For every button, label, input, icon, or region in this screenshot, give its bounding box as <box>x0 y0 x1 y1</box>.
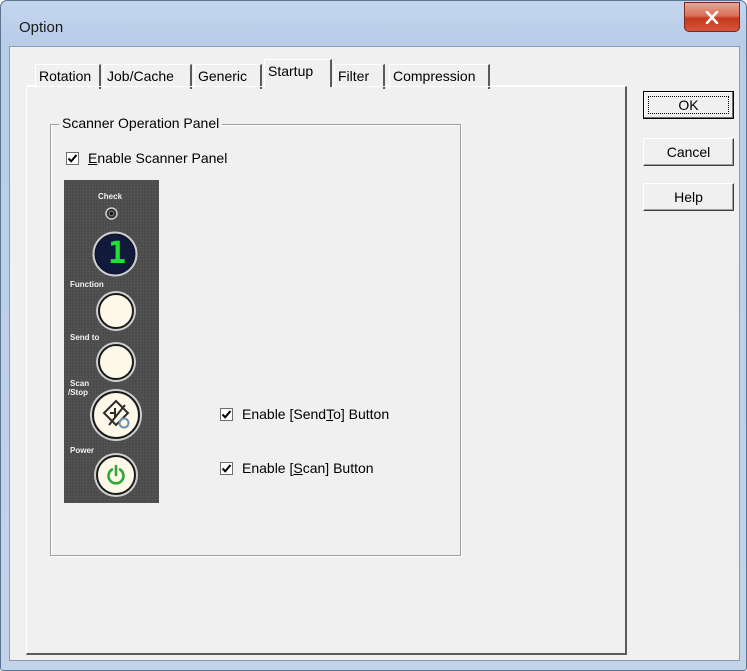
checkbox-box[interactable] <box>220 461 233 475</box>
enable-sendto-button-checkbox[interactable]: Enable [SendTo] Button <box>220 406 389 422</box>
checkbox-label: Enable [SendTo] Button <box>242 406 390 422</box>
scan-stop-icon <box>102 399 130 429</box>
function-button[interactable] <box>98 293 134 329</box>
tab-label: Generic <box>198 68 248 84</box>
check-label: Check <box>98 192 123 201</box>
function-number-display: 1 <box>108 236 127 271</box>
help-button[interactable]: Help <box>643 183 734 211</box>
checkbox-box[interactable] <box>66 151 79 165</box>
tab-label: Startup <box>268 63 314 79</box>
checkbox-box[interactable] <box>220 407 233 421</box>
tab-label: Rotation <box>39 68 92 84</box>
stop-label: /Stop <box>68 388 88 397</box>
power-label: Power <box>70 446 95 455</box>
check-lamp-icon <box>105 207 118 220</box>
scan-stop-button[interactable] <box>92 391 140 439</box>
power-button[interactable] <box>96 455 136 495</box>
close-icon <box>705 10 719 24</box>
tab-startup[interactable]: Startup <box>264 59 332 87</box>
send-to-button[interactable] <box>98 344 134 380</box>
tab-label: Filter <box>338 68 370 84</box>
title-bar[interactable]: Option <box>1 1 746 45</box>
cancel-button-label: Cancel <box>666 144 711 160</box>
window-title: Option <box>19 19 64 36</box>
cancel-button[interactable]: Cancel <box>643 138 734 166</box>
ok-button[interactable]: OK <box>643 91 734 119</box>
checkmark-icon <box>221 463 232 473</box>
power-icon <box>107 464 125 485</box>
help-button-label: Help <box>674 189 703 205</box>
focus-rect <box>648 96 729 114</box>
close-button[interactable] <box>684 2 740 32</box>
checkbox-label: Enable Scanner Panel <box>88 150 228 166</box>
checkbox-label: Enable [Scan] Button <box>242 460 374 476</box>
send-to-label: Send to <box>70 333 100 342</box>
enable-scan-button-checkbox[interactable]: Enable [Scan] Button <box>220 460 374 476</box>
checkmark-icon <box>67 153 78 163</box>
function-label: Function <box>70 280 104 289</box>
scanner-panel-image: Check 1 Function Send to Scan /Stop Powe… <box>64 180 159 503</box>
scan-label: Scan <box>70 379 90 388</box>
tab-label: Job/Cache <box>107 68 174 84</box>
checkmark-icon <box>221 409 232 419</box>
enable-scanner-panel-checkbox[interactable]: Enable Scanner Panel <box>66 150 227 166</box>
group-label: Scanner Operation Panel <box>59 115 223 131</box>
tab-label: Compression <box>393 68 476 84</box>
